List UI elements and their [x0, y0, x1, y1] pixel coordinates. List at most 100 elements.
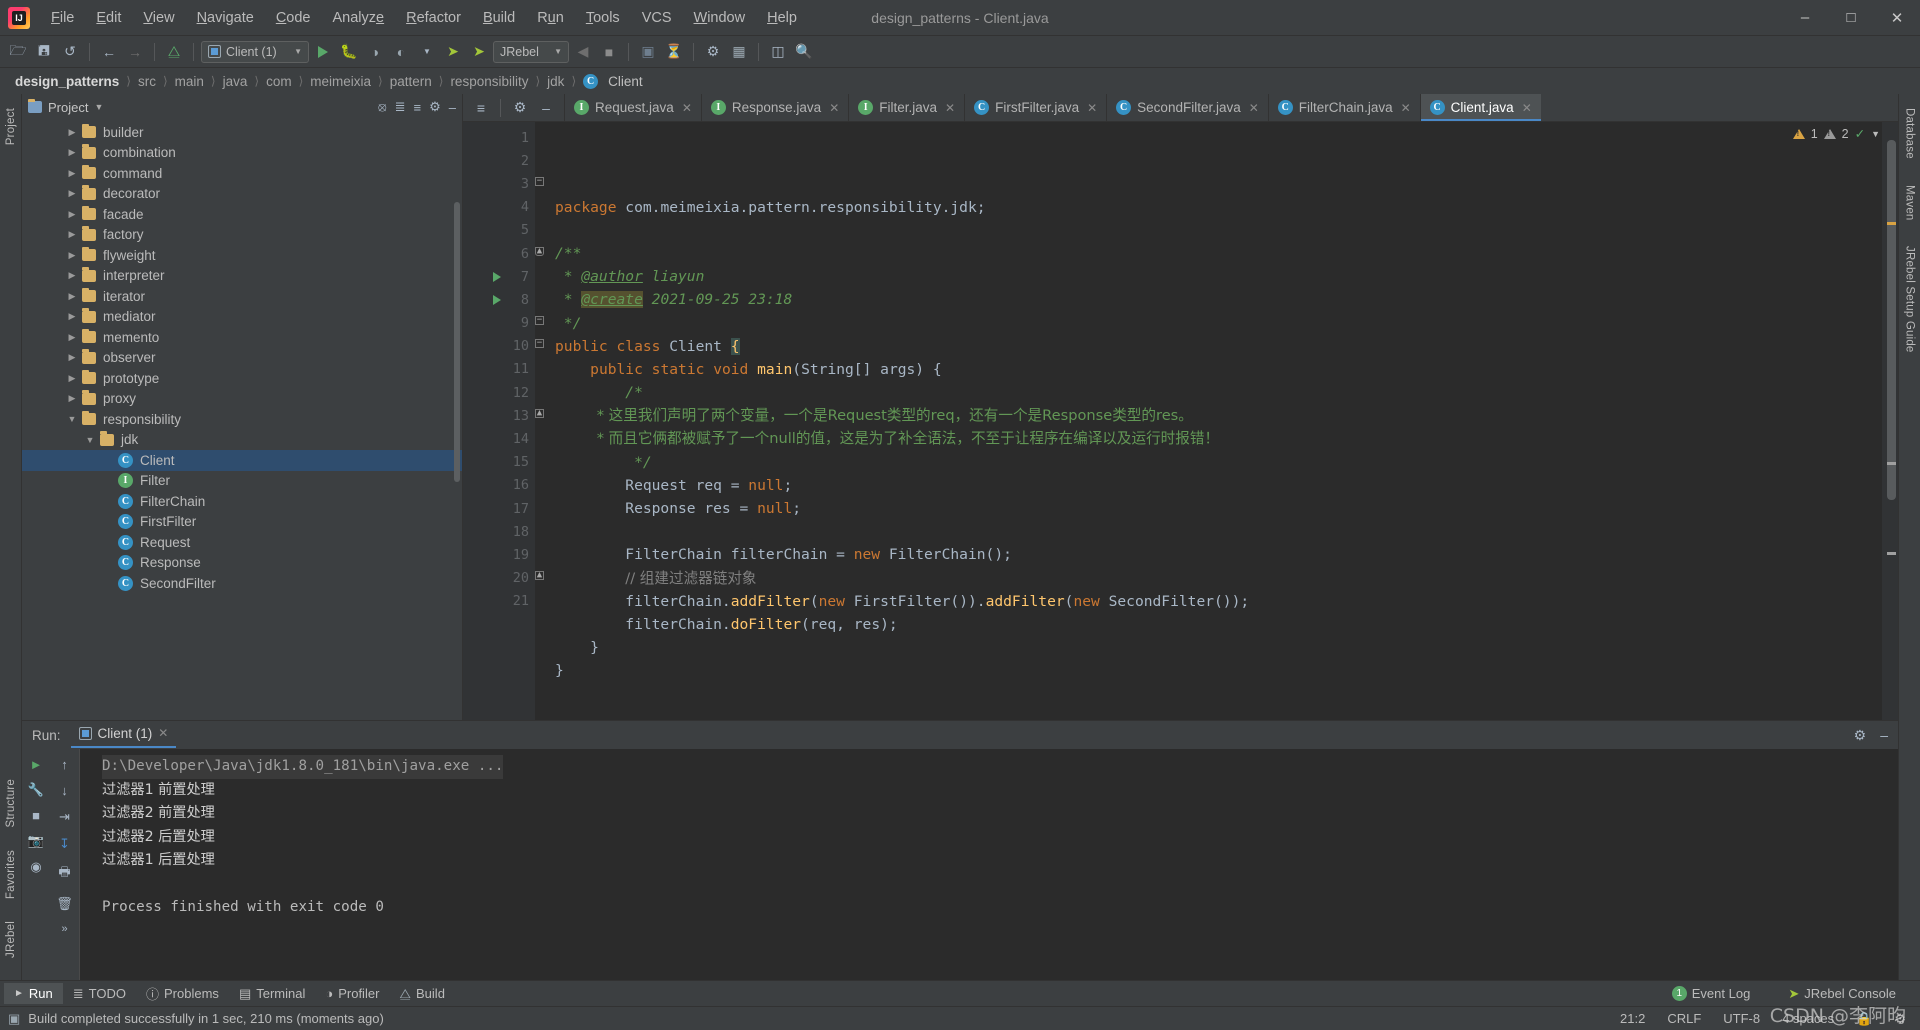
editor-gutter[interactable]: 1 2 3 4 5 6 7 8 9 10 11 12 13 14 15 16 17 18 19 20 21 — [463, 122, 535, 720]
warning-marker[interactable] — [1887, 222, 1896, 225]
fold-marker[interactable]: − — [535, 316, 544, 325]
toolwindow-todo[interactable]: ≣ TODO — [63, 983, 136, 1005]
gear-icon[interactable]: ⚙ — [429, 99, 441, 115]
tree-node-mediator[interactable]: ▶ mediator — [22, 307, 462, 328]
tree-node-interpreter[interactable]: ▶ interpreter — [22, 266, 462, 287]
code-line-9[interactable]: /* — [535, 381, 1882, 404]
chevron-right-icon[interactable]: ▶ — [66, 270, 78, 281]
more-icon[interactable]: » — [61, 923, 67, 935]
commit-icon[interactable]: ▣ — [636, 40, 660, 64]
code-line-7[interactable]: public class Client { — [535, 335, 1882, 358]
gutter-line-3[interactable]: 3 — [463, 172, 535, 195]
chevron-right-icon[interactable]: ▶ — [66, 311, 78, 322]
rail-item-jrebel[interactable]: JRebel — [5, 913, 17, 966]
jrebel-run-icon[interactable]: ➤ — [441, 40, 465, 64]
gutter-line-15[interactable]: 15 — [463, 451, 535, 474]
editor-tab-firstfilter[interactable]: C FirstFilter.java ✕ — [964, 94, 1106, 121]
gutter-line-21[interactable]: 21 — [463, 590, 535, 613]
toolwindow-run[interactable]: ► Run — [4, 983, 63, 1004]
editor-scrollbar-thumb[interactable] — [1887, 140, 1896, 500]
print-icon[interactable]: 🖶 — [58, 863, 70, 885]
code-line-12[interactable]: */ — [535, 451, 1882, 474]
menu-item-help[interactable]: Help — [756, 6, 808, 30]
menu-item-window[interactable]: Window — [683, 6, 757, 30]
close-tab-icon[interactable]: ✕ — [1522, 101, 1532, 115]
inspection-status-widget[interactable]: 1 2 ✓ ▼ — [1792, 126, 1880, 141]
hide-panel-icon[interactable]: – — [1880, 727, 1888, 743]
jrebel-selector[interactable]: JRebel ▼ — [493, 40, 569, 63]
stop-icon[interactable]: ■ — [32, 808, 40, 823]
menu-item-analyze[interactable]: Analyze — [322, 6, 396, 30]
code-line-20[interactable]: } — [535, 636, 1882, 659]
scroll-up-icon[interactable]: ↑ — [61, 757, 68, 772]
close-tab-icon[interactable]: ✕ — [1249, 101, 1259, 115]
jrebel-console-button[interactable]: ➤ JRebel Console — [1778, 983, 1906, 1005]
editor-tab-response[interactable]: I Response.java ✕ — [700, 94, 848, 121]
tree-node-filterchain[interactable]: C FilterChain — [22, 491, 462, 512]
lock-icon[interactable]: 🔒 — [1856, 1011, 1872, 1027]
fold-marker[interactable]: ▲ — [535, 409, 544, 418]
fold-marker[interactable]: ▲ — [535, 571, 544, 580]
close-tab-icon[interactable]: ✕ — [945, 101, 955, 115]
fold-marker[interactable]: − — [535, 177, 544, 186]
profile-icon[interactable]: ◐ — [389, 40, 413, 64]
event-log-button[interactable]: 1 Event Log — [1662, 983, 1761, 1004]
editor-markers-scrollbar[interactable] — [1882, 122, 1898, 720]
tree-node-secondfilter[interactable]: C SecondFilter — [22, 573, 462, 594]
stop-icon[interactable]: ■ — [597, 40, 621, 64]
code-line-21[interactable]: } — [535, 659, 1882, 682]
menu-item-navigate[interactable]: Navigate — [186, 6, 265, 30]
breadcrumb-item-1[interactable]: src — [135, 74, 159, 89]
update-project-icon[interactable]: ◀ — [571, 40, 595, 64]
rail-item-database[interactable]: Database — [1904, 100, 1916, 167]
gutter-line-17[interactable]: 17 — [463, 497, 535, 520]
camera-icon[interactable]: 📷 — [28, 833, 44, 849]
chevron-down-icon[interactable]: ▼ — [66, 414, 78, 424]
rail-item-structure[interactable]: Structure — [5, 771, 17, 835]
menu-item-file[interactable]: File — [40, 6, 85, 30]
tree-node-factory[interactable]: ▶ factory — [22, 225, 462, 246]
menu-item-run[interactable]: Run — [526, 6, 575, 30]
close-button[interactable]: ✕ — [1874, 0, 1920, 36]
editor-tab-client[interactable]: C Client.java ✕ — [1419, 94, 1541, 121]
code-line-16[interactable]: FilterChain filterChain = new FilterChai… — [535, 543, 1882, 566]
filter-icon[interactable]: ◉ — [30, 859, 41, 875]
chevron-right-icon[interactable]: ▶ — [66, 393, 78, 404]
gutter-line-20[interactable]: 20 — [463, 567, 535, 590]
gutter-line-5[interactable]: 5 — [463, 219, 535, 242]
inspection-ok-icon[interactable]: ✓ — [1855, 126, 1865, 141]
close-tab-icon[interactable]: ✕ — [1087, 101, 1097, 115]
code-line-18[interactable]: filterChain.addFilter(new FirstFilter())… — [535, 590, 1882, 613]
chevron-right-icon[interactable]: ▶ — [66, 168, 78, 179]
rerun-icon[interactable]: ► — [30, 757, 43, 772]
hide-panel-icon[interactable]: – — [449, 100, 456, 115]
run-with-coverage-icon[interactable]: ◑ — [363, 40, 387, 64]
code-line-3[interactable]: /** — [535, 242, 1882, 265]
run-tab-client[interactable]: Client (1) ✕ — [70, 723, 177, 748]
chevron-down-icon[interactable]: ▼ — [84, 435, 96, 445]
project-structure-icon[interactable]: ▦ — [727, 40, 751, 64]
gutter-line-14[interactable]: 14 — [463, 427, 535, 450]
tree-node-facade[interactable]: ▶ facade — [22, 204, 462, 225]
scroll-from-source-icon[interactable]: ⦻ — [378, 99, 387, 115]
editor-tab-secondfilter[interactable]: C SecondFilter.java ✕ — [1106, 94, 1268, 121]
gutter-line-18[interactable]: 18 — [463, 520, 535, 543]
hide-icon[interactable]: – — [534, 96, 558, 120]
code-line-4[interactable]: * @author liayun — [535, 265, 1882, 288]
trash-icon[interactable]: 🗑 — [56, 896, 73, 912]
close-tab-icon[interactable]: ✕ — [682, 101, 692, 115]
breadcrumb-item-9[interactable]: Client — [605, 74, 646, 89]
wrench-icon[interactable]: 🔧 — [28, 782, 44, 798]
gear-icon[interactable]: ⚙ — [1894, 1011, 1906, 1027]
toolwindow-problems[interactable]: ⓘ Problems — [136, 981, 229, 1006]
navigate-forward-icon[interactable]: → — [123, 40, 147, 64]
code-line-15[interactable] — [535, 520, 1882, 543]
gutter-line-11[interactable]: 11 — [463, 358, 535, 381]
breadcrumb-item-3[interactable]: java — [220, 74, 251, 89]
run-gutter-icon[interactable] — [493, 271, 501, 282]
minimize-button[interactable]: – — [1782, 0, 1828, 36]
tree-node-responsibility[interactable]: ▼ responsibility — [22, 409, 462, 430]
weak-warning-marker[interactable] — [1887, 552, 1896, 555]
chevron-right-icon[interactable]: ▶ — [66, 209, 78, 220]
run-console-output[interactable]: D:\Developer\Java\jdk1.8.0_181\bin\java.… — [80, 749, 1898, 980]
